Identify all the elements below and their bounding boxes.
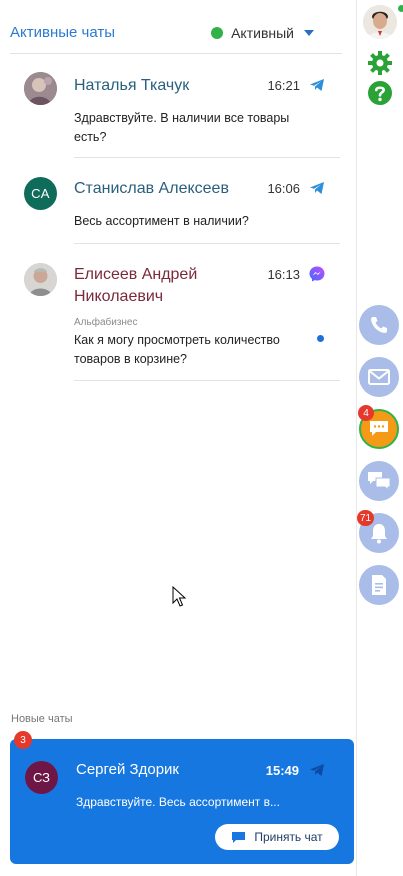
new-chat-message: Здравствуйте. Весь ассортимент в... — [76, 795, 280, 809]
chat-message: Здравствуйте. В наличии все товары есть? — [74, 109, 304, 147]
document-icon — [372, 575, 386, 595]
chat-item[interactable]: Наталья Ткачук 16:21 Здравствуйте. В нал… — [10, 58, 340, 158]
documents-button[interactable] — [359, 565, 399, 605]
accept-chat-button[interactable]: Принять чат — [215, 824, 339, 850]
user-avatar[interactable] — [363, 5, 397, 39]
telegram-icon — [310, 182, 324, 194]
new-chats-label: Новые чаты — [11, 713, 73, 725]
avatar-photo-icon — [24, 263, 57, 296]
unread-indicator — [317, 335, 324, 342]
phone-button[interactable] — [359, 305, 399, 345]
chat-panel: Активные чаты Активный Наталья Ткачук 16… — [0, 0, 356, 876]
chat-message-line: Как я могу просмотреть количество — [74, 333, 280, 347]
chat-app: Активные чаты Активный Наталья Ткачук 16… — [0, 0, 403, 876]
chevron-down-icon — [304, 30, 314, 36]
telegram-icon — [310, 79, 324, 91]
chat-item[interactable]: Елисеев Андрей Николаевич 16:13 Альфабиз… — [10, 244, 340, 381]
chat-message-line: есть? — [74, 130, 107, 144]
page-title: Активные чаты — [10, 24, 116, 41]
help-icon[interactable] — [367, 80, 393, 106]
mouse-cursor-icon — [172, 586, 186, 607]
new-chats-count-badge: 3 — [14, 731, 32, 749]
online-status-dot — [398, 5, 403, 12]
chat-name: Наталья Ткачук — [74, 77, 190, 94]
chat-count-badge: 4 — [358, 405, 374, 421]
telegram-icon — [310, 764, 324, 776]
accept-chat-label: Принять чат — [254, 830, 323, 844]
avatar: СА — [24, 177, 57, 210]
chat-item[interactable]: СА Станислав Алексеев 16:06 Весь ассорти… — [10, 158, 340, 244]
chat-icon — [370, 421, 388, 436]
chat-bubble-icon — [232, 831, 246, 843]
chat-time: 16:13 — [267, 267, 300, 282]
email-button[interactable] — [359, 357, 399, 397]
chat-message: Весь ассортимент в наличии? — [74, 214, 249, 228]
phone-icon — [371, 317, 387, 333]
right-sidebar: 4 71 — [356, 0, 403, 876]
chat-message-line: Здравствуйте. В наличии все товары — [74, 111, 290, 125]
new-chat-card[interactable]: 3 СЗ Сергей Здорик 15:49 Здравствуйте. В… — [10, 731, 354, 864]
user-photo-icon — [363, 5, 397, 39]
chat-name-line: Николаевич — [74, 288, 164, 305]
chat-name: Станислав Алексеев — [74, 180, 229, 197]
avatar — [24, 72, 57, 105]
chat-message: Как я могу просмотреть количество товаро… — [74, 331, 304, 369]
divider — [74, 380, 340, 381]
gear-icon[interactable] — [367, 50, 393, 76]
chat-name: Елисеев Андрей Николаевич — [74, 264, 197, 308]
notification-count-badge: 71 — [357, 510, 375, 526]
status-dropdown[interactable]: Активный — [211, 25, 314, 41]
new-chat-name: Сергей Здорик — [76, 761, 179, 778]
avatar-photo-icon — [24, 72, 57, 105]
chat-message-line: товаров в корзине? — [74, 352, 188, 366]
chats-icon — [368, 472, 391, 491]
bell-icon — [371, 524, 387, 544]
chat-source: Альфабизнес — [74, 317, 138, 328]
chat-name-line: Елисеев Андрей — [74, 266, 198, 283]
mail-icon — [368, 369, 390, 385]
status-label: Активный — [231, 25, 294, 41]
status-indicator — [211, 27, 224, 39]
active-chats-header: Активные чаты Активный — [10, 18, 342, 54]
new-chat-time: 15:49 — [265, 763, 299, 778]
chat-time: 16:06 — [267, 181, 300, 196]
avatar: СЗ — [25, 761, 58, 794]
avatar — [24, 263, 57, 296]
messenger-icon — [309, 266, 325, 282]
chat-time: 16:21 — [267, 78, 300, 93]
chats-button[interactable] — [359, 461, 399, 501]
